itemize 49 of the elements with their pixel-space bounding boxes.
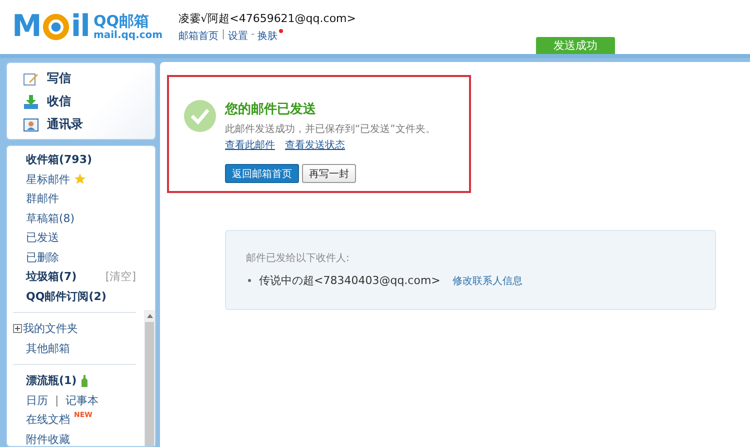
- logo-domain: mail.qq.com: [93, 30, 163, 42]
- logo-letter: M: [12, 12, 41, 42]
- recipients-heading: 邮件已发给以下收件人:: [246, 252, 350, 265]
- contact-card-icon: [23, 116, 39, 132]
- notice-message: 此邮件发送成功，并已保存到“已发送”文件夹。: [225, 122, 436, 136]
- folder-link[interactable]: 记事本: [66, 392, 99, 408]
- notice-link[interactable]: 查看发送状态: [285, 138, 345, 152]
- logo-wordmark: QQ邮箱: [93, 12, 150, 30]
- pencil-note-icon: [23, 70, 39, 86]
- folder-link[interactable]: 我的文件夹: [23, 321, 78, 336]
- bottle-icon: [80, 374, 88, 387]
- folder-link[interactable]: 垃圾箱(7): [26, 269, 77, 284]
- scrollbar[interactable]: [144, 310, 155, 446]
- folder-link[interactable]: 日历: [26, 392, 48, 408]
- edit-contact-link[interactable]: 修改联系人信息: [452, 274, 522, 288]
- folder-link[interactable]: 群邮件: [26, 191, 59, 206]
- notice-title: 您的邮件已发送: [225, 101, 317, 119]
- header-link[interactable]: 换肤: [258, 29, 278, 43]
- header-link[interactable]: 设置: [228, 29, 248, 43]
- sidebar-action[interactable]: 写信: [23, 67, 155, 90]
- ring-logo-icon: [42, 13, 70, 41]
- star-icon: [74, 173, 86, 186]
- notice-link[interactable]: 查看此邮件: [225, 138, 275, 152]
- recipient-address: 传说中の超<78340403@qq.com>: [259, 273, 440, 288]
- logo-letter: il: [70, 12, 90, 42]
- folder-link[interactable]: 漂流瓶(1): [26, 373, 77, 388]
- expand-icon[interactable]: [13, 324, 22, 334]
- sidebar-action[interactable]: 收信: [23, 90, 155, 113]
- folder-link[interactable]: 已发送: [26, 230, 59, 246]
- bullet-icon: [248, 279, 251, 282]
- folder-link[interactable]: 附件收藏: [26, 432, 70, 447]
- folder-link[interactable]: QQ邮件订阅(2): [26, 288, 106, 304]
- folder-link[interactable]: 其他邮箱: [26, 340, 70, 356]
- checkmark-icon: [183, 99, 217, 133]
- separator-text: |: [55, 394, 59, 407]
- folder-link[interactable]: 已删除: [26, 250, 59, 265]
- compose-again-button[interactable]: 再写一封: [302, 164, 356, 183]
- account-name: 凌霎√阿超<47659621@qq.com>: [178, 11, 356, 26]
- separator-text: -: [250, 29, 255, 40]
- folder-link[interactable]: 收件箱(793): [26, 152, 92, 168]
- status-badge: 发送成功: [536, 37, 615, 54]
- folder-link[interactable]: 星标邮件: [26, 172, 70, 187]
- header-link[interactable]: 邮箱首页: [178, 29, 219, 43]
- separator-text: |: [222, 29, 225, 40]
- sidebar-action[interactable]: 通讯录: [23, 113, 155, 136]
- download-tray-icon: [23, 94, 39, 110]
- folder-link[interactable]: 在线文档: [26, 412, 70, 428]
- back-home-button[interactable]: 返回邮箱首页: [225, 164, 299, 183]
- folder-link[interactable]: 草稿箱(8): [26, 210, 75, 226]
